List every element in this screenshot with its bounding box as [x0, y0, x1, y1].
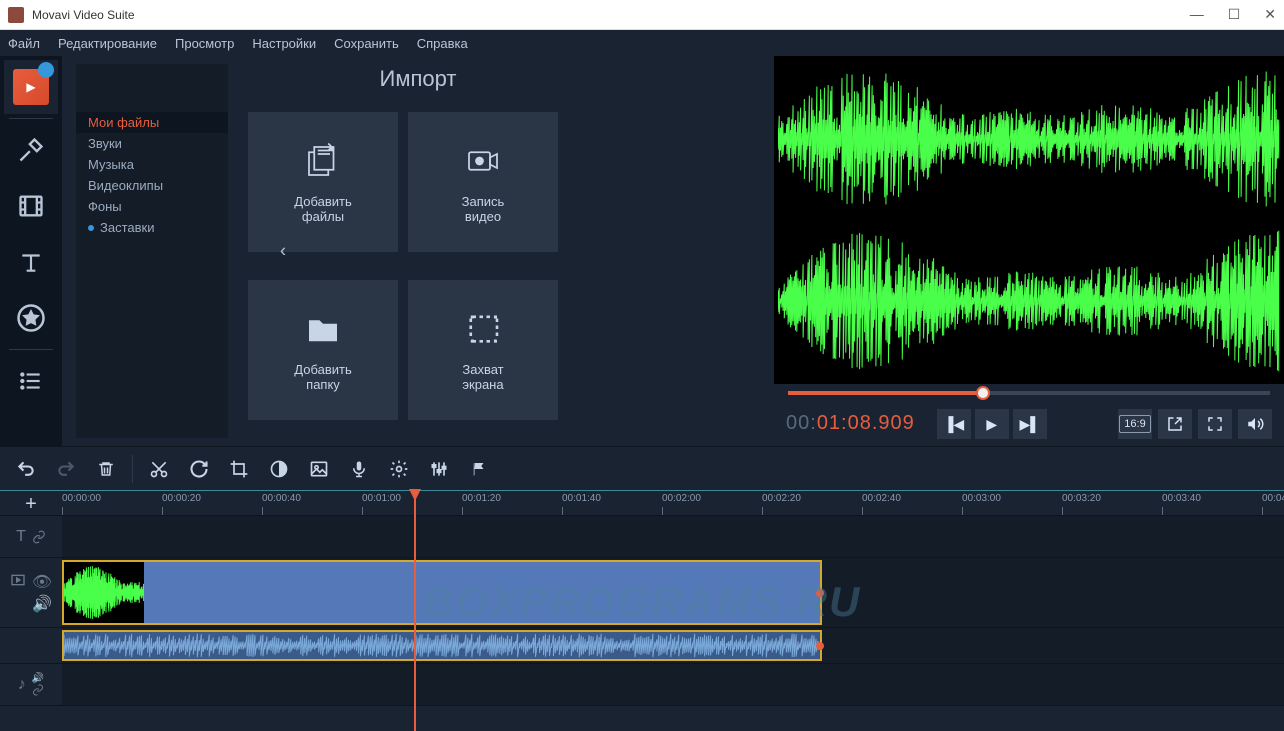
tool-import[interactable]: [4, 60, 58, 114]
menu-settings[interactable]: Настройки: [252, 36, 316, 51]
close-button[interactable]: ✕: [1264, 6, 1276, 23]
menu-view[interactable]: Просмотр: [175, 36, 234, 51]
image-button[interactable]: [301, 452, 337, 486]
clip-thumbnail: [64, 562, 144, 623]
progress-thumb[interactable]: [976, 386, 990, 400]
crop-button[interactable]: [221, 452, 257, 486]
volume-button[interactable]: [1238, 409, 1272, 439]
mute-icon[interactable]: 🔊: [32, 673, 44, 684]
ruler-tick: 00:03:40: [1162, 493, 1201, 504]
window-title: Movavi Video Suite: [32, 8, 1190, 22]
sidebar-item-4[interactable]: Фоны: [76, 196, 228, 217]
timecode: 00:01:08.909: [786, 412, 915, 436]
sidebar-item-1[interactable]: Звуки: [76, 133, 228, 154]
fullscreen-button[interactable]: [1198, 409, 1232, 439]
title-track-icon: T: [16, 528, 26, 546]
time-ruler[interactable]: + 00:00:00 00:00:20 00:00:40 00:01:00 00:01:…: [0, 490, 1284, 516]
marker-button[interactable]: [461, 452, 497, 486]
new-indicator-icon: [88, 225, 94, 231]
progress-bar[interactable]: [788, 391, 1270, 395]
settings-button[interactable]: [381, 452, 417, 486]
color-button[interactable]: [261, 452, 297, 486]
import-categories: Мои файлыЗвукиМузыкаВидеоклипыФоныЗастав…: [76, 64, 228, 438]
ruler-tick: 00:04:00: [1262, 493, 1284, 504]
ruler-tick: 00:00:40: [262, 493, 301, 504]
import-card-capture-screen[interactable]: Захватэкрана: [408, 280, 558, 420]
import-card-add-folder[interactable]: Добавитьпапку: [248, 280, 398, 420]
app-icon: [8, 7, 24, 23]
delete-button[interactable]: [88, 452, 124, 486]
menu-help[interactable]: Справка: [417, 36, 468, 51]
import-card-add-files[interactable]: Добавитьфайлы: [248, 112, 398, 252]
ruler-tick: 00:03:00: [962, 493, 1001, 504]
link-icon[interactable]: [32, 684, 44, 696]
waveform-channel-left: [778, 60, 1280, 218]
notification-badge: [38, 62, 54, 78]
tool-titles[interactable]: [4, 235, 58, 289]
ruler-tick: 00:01:40: [562, 493, 601, 504]
video-track-icon: [10, 572, 26, 588]
timeline: + 00:00:00 00:00:20 00:00:40 00:01:00 00:01:…: [0, 490, 1284, 706]
visibility-icon[interactable]: 👁: [32, 572, 52, 592]
titlebar: Movavi Video Suite — ☐ ✕: [0, 0, 1284, 30]
menu-file[interactable]: Файл: [8, 36, 40, 51]
ruler-tick: 00:01:20: [462, 493, 501, 504]
tool-filters[interactable]: [4, 123, 58, 177]
import-panel: Импорт Мои файлыЗвукиМузыкаВидеоклипыФон…: [62, 56, 774, 446]
equalizer-button[interactable]: [421, 452, 457, 486]
music-track: ♪🔊: [0, 664, 1284, 706]
clip-handle[interactable]: [816, 642, 824, 650]
mute-icon[interactable]: 🔊: [32, 594, 52, 614]
tool-sidebar: [0, 56, 62, 446]
tool-transitions[interactable]: [4, 179, 58, 233]
menu-save[interactable]: Сохранить: [334, 36, 399, 51]
add-track-button[interactable]: +: [0, 491, 62, 517]
sidebar-item-0[interactable]: Мои файлы: [76, 112, 228, 133]
mic-button[interactable]: [341, 452, 377, 486]
cut-button[interactable]: [141, 452, 177, 486]
audio-clip[interactable]: [62, 630, 822, 661]
undo-button[interactable]: [8, 452, 44, 486]
ruler-tick: 00:03:20: [1062, 493, 1101, 504]
prev-button[interactable]: ▐◀: [937, 409, 971, 439]
waveform-channel-right: [778, 222, 1280, 380]
link-icon[interactable]: [32, 530, 46, 544]
maximize-button[interactable]: ☐: [1228, 6, 1241, 23]
edit-toolbar: [0, 446, 1284, 490]
title-track: T: [0, 516, 1284, 558]
audio-track: [0, 628, 1284, 664]
ruler-tick: 00:00:00: [62, 493, 101, 504]
aspect-ratio-button[interactable]: 16:9: [1118, 409, 1152, 439]
rotate-button[interactable]: [181, 452, 217, 486]
popout-button[interactable]: [1158, 409, 1192, 439]
redo-button[interactable]: [48, 452, 84, 486]
tool-more[interactable]: [4, 354, 58, 408]
menu-edit[interactable]: Редактирование: [58, 36, 157, 51]
ruler-tick: 00:00:20: [162, 493, 201, 504]
ruler-tick: 00:01:00: [362, 493, 401, 504]
tool-stickers[interactable]: [4, 291, 58, 345]
video-clip[interactable]: [62, 560, 822, 625]
clip-handle[interactable]: [816, 589, 824, 597]
progress-fill: [788, 391, 976, 395]
menubar: Файл Редактирование Просмотр Настройки С…: [0, 30, 1284, 56]
minimize-button[interactable]: —: [1190, 6, 1204, 23]
sidebar-item-3[interactable]: Видеоклипы: [76, 175, 228, 196]
preview-panel: 00:01:08.909 ▐◀ ▶ ▶▌ 16:9: [774, 56, 1284, 446]
ruler-tick: 00:02:20: [762, 493, 801, 504]
play-button[interactable]: ▶: [975, 409, 1009, 439]
collapse-sidebar-icon[interactable]: ‹: [280, 241, 286, 262]
next-button[interactable]: ▶▌: [1013, 409, 1047, 439]
ruler-tick: 00:02:00: [662, 493, 701, 504]
panel-heading: Импорт: [62, 66, 774, 92]
sidebar-item-2[interactable]: Музыка: [76, 154, 228, 175]
sidebar-item-5[interactable]: Заставки: [76, 217, 228, 238]
playhead[interactable]: [414, 491, 416, 731]
import-card-record-video[interactable]: Записьвидео: [408, 112, 558, 252]
video-track: 👁 🔊: [0, 558, 1284, 628]
ruler-tick: 00:02:40: [862, 493, 901, 504]
